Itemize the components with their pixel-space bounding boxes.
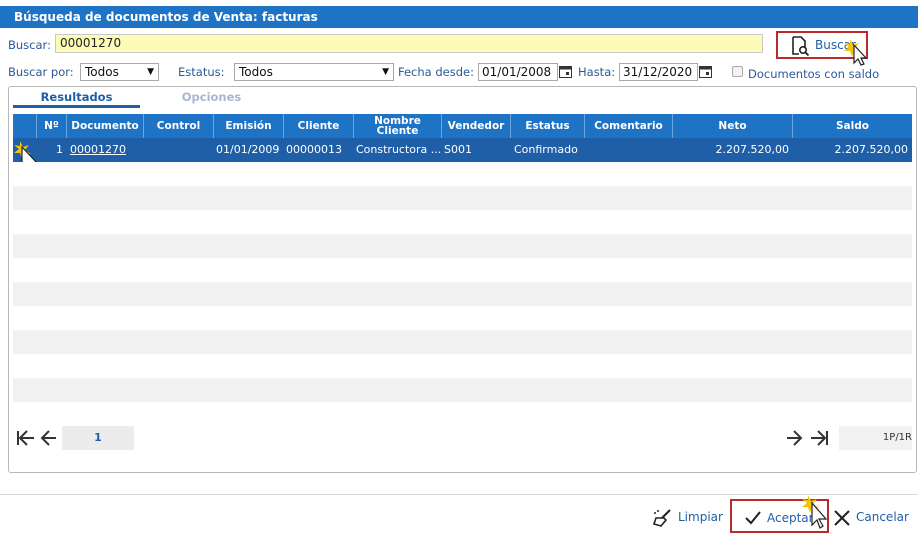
next-page-icon[interactable]	[785, 429, 803, 450]
last-page-icon[interactable]	[809, 429, 829, 450]
row-estatus: Confirmado	[514, 143, 578, 156]
column-header-comentario[interactable]: Comentario	[585, 114, 673, 138]
row-control	[148, 138, 214, 162]
empty-row	[13, 330, 912, 354]
estatus-value: Todos	[239, 65, 273, 79]
row-neto: 2.207.520,00	[715, 143, 789, 156]
limpiar-button[interactable]: Limpiar	[652, 508, 724, 530]
chevron-down-icon: ▼	[147, 67, 154, 77]
cursor-click-icon	[842, 37, 872, 70]
calendar-icon[interactable]	[559, 65, 572, 81]
active-tab-indicator	[13, 105, 140, 108]
calendar-icon[interactable]	[699, 65, 712, 81]
check-icon	[744, 510, 762, 529]
broom-icon	[652, 508, 674, 531]
limpiar-label: Limpiar	[678, 510, 723, 524]
row-saldo: 2.207.520,00	[834, 143, 908, 156]
dialog-title: Búsqueda de documentos de Venta: factura…	[0, 6, 918, 28]
search-label: Buscar:	[8, 38, 51, 52]
row-vendedor: S001	[444, 143, 472, 156]
chevron-down-icon: ▼	[382, 67, 389, 77]
column-header-vendedor[interactable]: Vendedor	[442, 114, 511, 138]
tab-opciones[interactable]: Opciones	[148, 90, 275, 104]
search-document-icon	[790, 36, 810, 59]
search-input[interactable]: 00001270	[55, 34, 763, 53]
pager: 1 1P/1R	[13, 426, 912, 450]
empty-row	[13, 162, 912, 186]
cursor-click-icon	[800, 495, 830, 534]
cancelar-button[interactable]: Cancelar	[833, 508, 913, 530]
column-header-cliente[interactable]: Cliente	[284, 114, 354, 138]
column-header-nombre-cliente[interactable]: Nombre Cliente	[354, 114, 442, 138]
con-saldo-label: Documentos con saldo	[748, 67, 880, 81]
empty-row	[13, 402, 912, 424]
fecha-desde-label: Fecha desde:	[398, 65, 474, 79]
row-documento-link[interactable]: 00001270	[70, 138, 144, 162]
grid-header: Nº Documento Control Emisión Cliente Nom…	[13, 114, 912, 138]
column-header-n[interactable]: Nº	[37, 114, 67, 138]
empty-row	[13, 234, 912, 258]
column-header-emision[interactable]: Emisión	[214, 114, 284, 138]
pager-summary: 1P/1R	[839, 426, 912, 450]
hasta-input[interactable]: 31/12/2020	[619, 63, 698, 81]
empty-row	[13, 378, 912, 402]
buscar-por-select[interactable]: Todos ▼	[80, 63, 159, 81]
row-emision: 01/01/2009	[216, 143, 280, 156]
column-header-documento[interactable]: Documento	[67, 114, 144, 138]
estatus-select[interactable]: Todos ▼	[234, 63, 394, 81]
fecha-desde-input[interactable]: 01/01/2008	[478, 63, 558, 81]
empty-row	[13, 282, 912, 306]
buscar-por-label: Buscar por:	[8, 65, 74, 79]
con-saldo-checkbox[interactable]	[732, 66, 743, 77]
search-button[interactable]: Buscar	[776, 31, 868, 66]
empty-row	[13, 354, 912, 378]
aceptar-button[interactable]: Aceptar	[730, 495, 829, 533]
estatus-label: Estatus:	[178, 65, 225, 79]
first-page-icon[interactable]	[16, 429, 36, 450]
empty-row	[13, 258, 912, 282]
column-header-control[interactable]: Control	[144, 114, 214, 138]
cancelar-label: Cancelar	[856, 510, 909, 524]
column-header-select	[13, 114, 37, 138]
previous-page-icon[interactable]	[40, 429, 58, 450]
empty-row	[13, 186, 912, 210]
row-cliente: 00000013	[286, 143, 342, 156]
column-header-neto[interactable]: Neto	[673, 114, 793, 138]
hasta-label: Hasta:	[578, 65, 616, 79]
column-header-estatus[interactable]: Estatus	[511, 114, 585, 138]
row-comentario	[587, 138, 673, 162]
table-row[interactable]: 1 00001270 01/01/2009 00000013 Construct…	[13, 138, 912, 162]
current-page[interactable]: 1	[62, 426, 134, 450]
footer-divider	[0, 494, 918, 495]
row-nombre-cliente: Constructora ...	[356, 143, 442, 156]
column-header-saldo[interactable]: Saldo	[793, 114, 912, 138]
close-icon	[833, 509, 851, 530]
tab-resultados[interactable]: Resultados	[13, 90, 140, 104]
empty-row	[13, 306, 912, 330]
buscar-por-value: Todos	[85, 65, 119, 79]
empty-row	[13, 210, 912, 234]
